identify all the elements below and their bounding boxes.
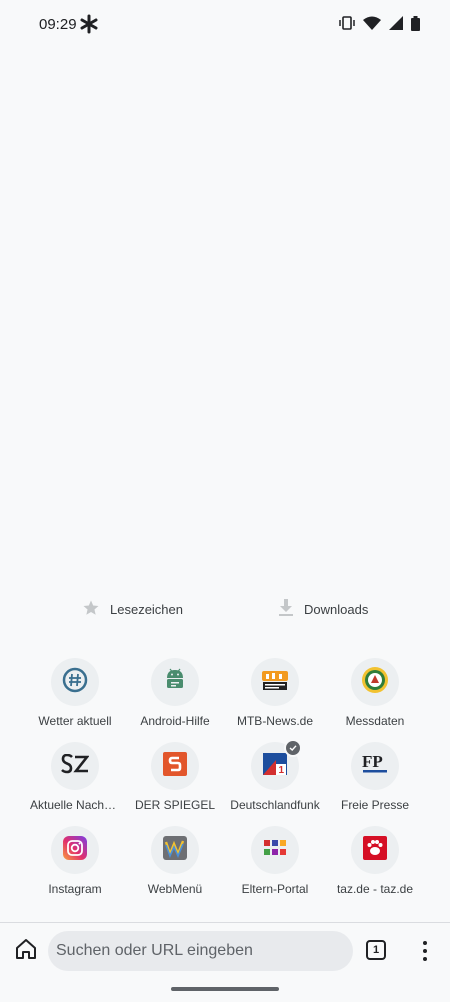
more-options-button[interactable] — [417, 937, 433, 965]
tile-spiegel[interactable]: DER SPIEGEL — [125, 742, 225, 812]
wifi-icon — [363, 16, 381, 36]
taz-icon — [363, 835, 387, 865]
grid-icon — [264, 839, 286, 861]
deutschlandfunk-icon: 1 — [262, 752, 288, 781]
tile-sz[interactable]: Aktuelle Nachrichten — [25, 742, 125, 812]
webmenu-icon — [163, 835, 187, 865]
tile-label: taz.de - taz.de — [336, 882, 414, 896]
tab-count: 1 — [372, 944, 380, 956]
tile-messdaten[interactable]: Messdaten — [325, 658, 425, 728]
globe-hash-icon — [62, 667, 88, 698]
tile-label: DER SPIEGEL — [134, 798, 216, 812]
tile-freie-presse[interactable]: FP Freie Presse — [325, 742, 425, 812]
offline-available-badge-icon — [284, 739, 302, 757]
tile-icon-container — [51, 658, 99, 706]
star-icon — [82, 599, 100, 620]
downloads-button[interactable]: Downloads — [278, 599, 368, 620]
tile-deutschlandfunk[interactable]: 1 Deutschlandfunk — [225, 739, 325, 812]
sz-icon — [61, 753, 90, 779]
svg-text:FP: FP — [362, 752, 383, 771]
cell-signal-icon — [389, 16, 403, 35]
notification-asterisk-icon — [80, 14, 98, 39]
battery-icon — [411, 15, 420, 36]
download-icon — [278, 599, 294, 620]
vibrate-icon — [339, 15, 355, 36]
gesture-nav-handle[interactable] — [171, 987, 279, 991]
status-time: 09:29 — [39, 16, 77, 33]
tile-label: Android-Hilfe — [140, 714, 210, 728]
spiegel-icon — [163, 751, 187, 781]
tile-label: Instagram — [48, 882, 102, 896]
downloads-label: Downloads — [304, 602, 369, 617]
tile-taz[interactable]: taz.de - taz.de — [325, 826, 425, 896]
tile-icon-container — [51, 742, 99, 790]
tile-icon-container — [351, 658, 399, 706]
svg-text:1: 1 — [279, 765, 285, 776]
menu-dot — [423, 941, 427, 945]
tile-icon-container — [251, 658, 299, 706]
menu-dot — [423, 957, 427, 961]
tile-label: WebMenü — [147, 882, 203, 896]
tab-switcher-button[interactable]: 1 — [366, 940, 386, 960]
tile-label: MTB-News.de — [236, 714, 313, 728]
tile-webmenu[interactable]: WebMenü — [125, 826, 225, 896]
bookmarks-button[interactable]: Lesezeichen — [82, 599, 183, 620]
tile-wetter[interactable]: Wetter aktuell — [25, 658, 125, 728]
menu-dot — [423, 949, 427, 953]
tile-label: Wetter aktuell — [38, 714, 112, 728]
tile-eltern-portal[interactable]: Eltern-Portal — [225, 826, 325, 896]
tile-icon-container — [151, 742, 199, 790]
tile-label: Deutschlandfunk — [230, 798, 320, 812]
instagram-icon — [63, 835, 87, 865]
tile-label: Freie Presse — [340, 798, 410, 812]
home-icon — [15, 938, 37, 965]
bookmarks-label: Lesezeichen — [110, 602, 183, 617]
search-placeholder: Suchen oder URL eingeben — [56, 942, 253, 959]
home-button[interactable] — [12, 937, 40, 965]
quick-links: Lesezeichen Downloads — [0, 595, 450, 623]
fp-icon: FP — [361, 752, 389, 781]
tile-icon-container: FP — [351, 742, 399, 790]
search-url-input[interactable]: Suchen oder URL eingeben — [48, 931, 353, 971]
emblem-icon — [361, 666, 389, 699]
tile-mtb-news[interactable]: MTB-News.de — [225, 658, 325, 728]
tile-icon-container — [151, 826, 199, 874]
android-icon — [164, 668, 186, 697]
tile-label: Messdaten — [345, 714, 405, 728]
tile-instagram[interactable]: Instagram — [25, 826, 125, 896]
tile-android-hilfe[interactable]: Android-Hilfe — [125, 658, 225, 728]
tile-icon-container — [351, 826, 399, 874]
tile-icon-container — [51, 826, 99, 874]
tile-label: Eltern-Portal — [241, 882, 309, 896]
mtb-news-icon — [261, 669, 289, 696]
status-bar: 09:29 — [0, 0, 450, 50]
tile-icon-container — [251, 826, 299, 874]
tile-icon-container — [151, 658, 199, 706]
tile-icon-container: 1 — [251, 739, 302, 790]
tile-label: Aktuelle Nachrichten — [30, 798, 120, 812]
bottom-toolbar: Suchen oder URL eingeben 1 — [0, 922, 450, 979]
